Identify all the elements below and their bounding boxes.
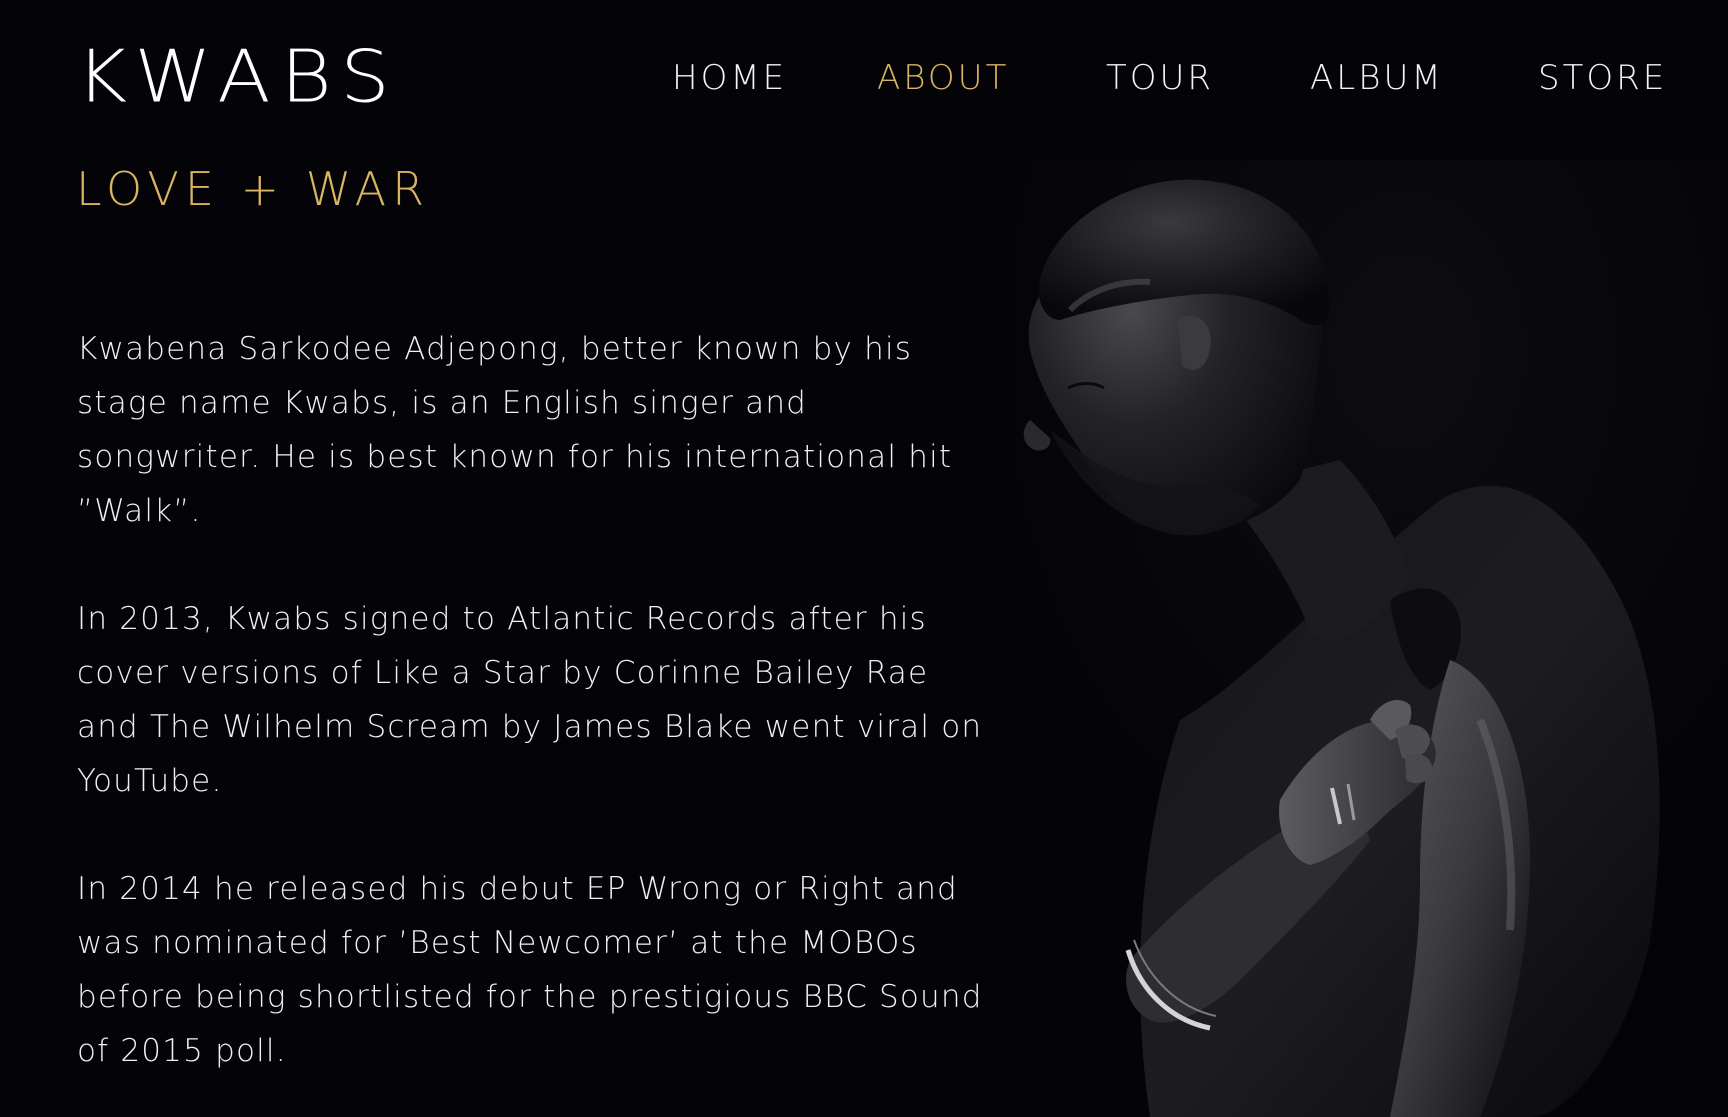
bio-paragraph: Kwabena Sarkodee Adjepong, better known …: [77, 331, 953, 529]
nav-item-about[interactable]: ABOUT: [877, 54, 1009, 102]
bio-paragraph: In 2013, Kwabs signed to Atlantic Record…: [77, 601, 983, 799]
about-page: KWABS LOVE + WAR HOME ABOUT TOUR ALBUM S…: [0, 0, 1728, 1117]
bio-paragraph: In 2014 he released his debut EP Wrong o…: [77, 871, 983, 1069]
brand-logo[interactable]: KWABS LOVE + WAR: [76, 40, 430, 214]
bio-section: Kwabena Sarkodee Adjepong, better known …: [77, 322, 997, 1117]
nav-item-album[interactable]: ALBUM: [1310, 54, 1444, 102]
nav-item-home[interactable]: HOME: [672, 54, 787, 102]
logo-title: KWABS: [76, 36, 400, 120]
nav-item-store[interactable]: STORE: [1538, 54, 1667, 102]
nav-item-tour[interactable]: TOUR: [1106, 54, 1214, 102]
main-nav: HOME ABOUT TOUR ALBUM STORE: [640, 54, 1664, 102]
logo-subtitle: LOVE + WAR: [76, 162, 431, 216]
artist-photo: [1010, 160, 1728, 1117]
